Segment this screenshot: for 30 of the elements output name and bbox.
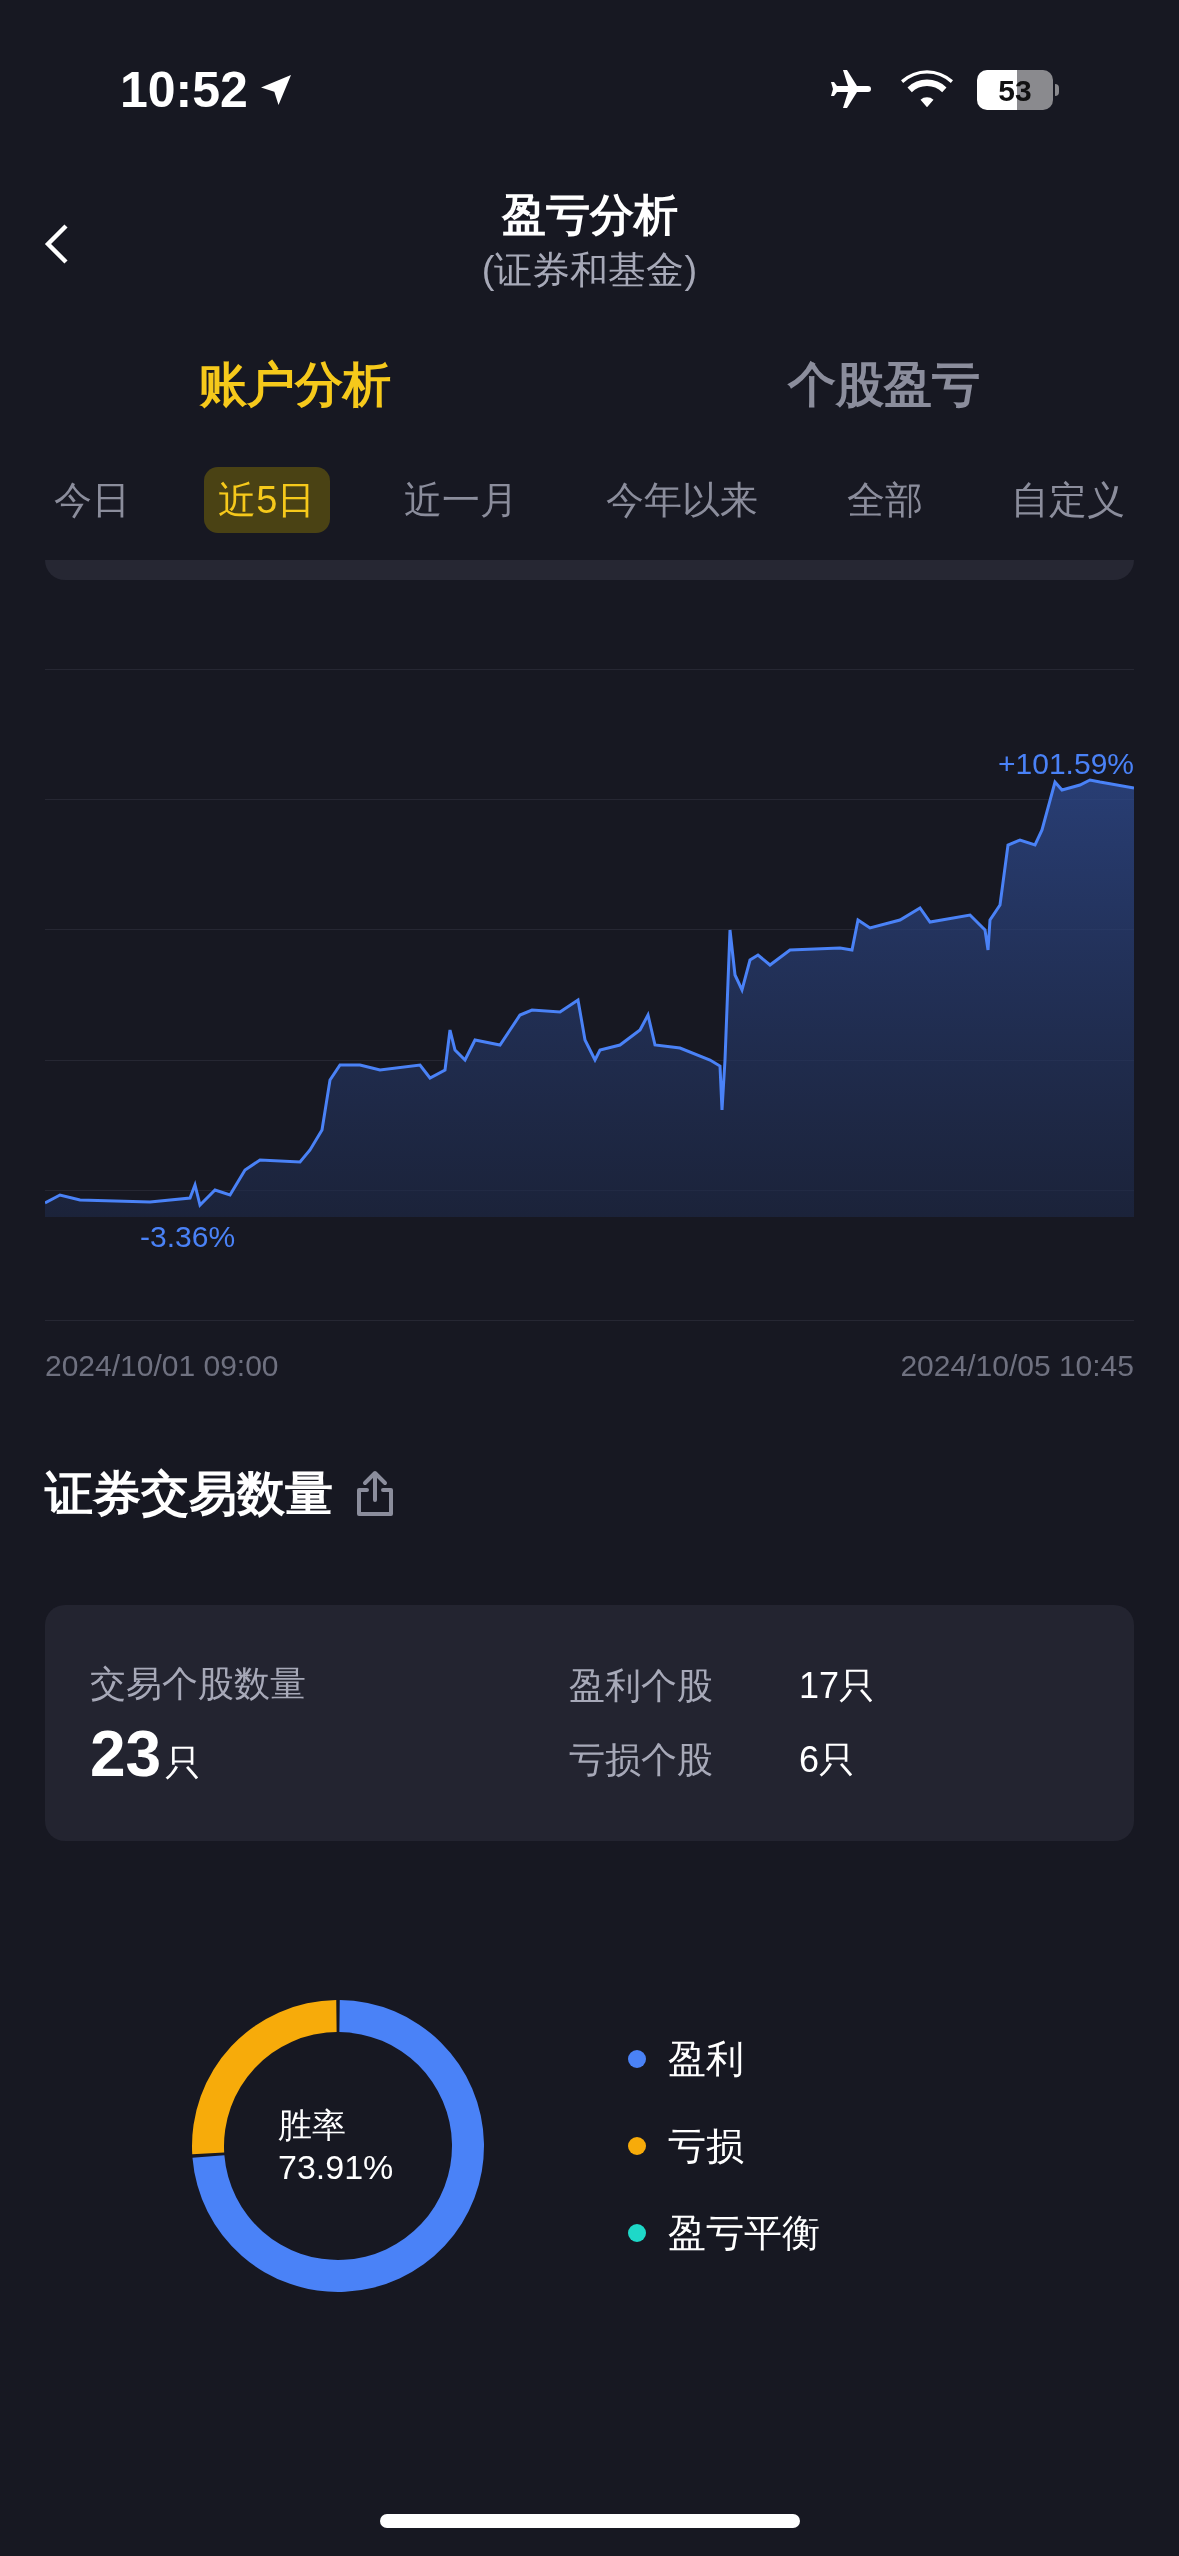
section-title: 证券交易数量 xyxy=(45,1466,333,1522)
stat-value: 23 xyxy=(90,1719,162,1789)
analysis-tab[interactable]: 账户分析 xyxy=(0,349,590,421)
battery-indicator: 53 xyxy=(977,70,1053,110)
start-date: 2024/10/01 09:00 xyxy=(45,1348,279,1384)
min-return-label: -3.36% xyxy=(140,1219,236,1255)
period-tab[interactable]: 全部 xyxy=(832,467,937,533)
period-tab[interactable]: 近一月 xyxy=(389,467,532,533)
legend-label: 盈利 xyxy=(668,2036,744,2082)
legend-label: 盈亏平衡 xyxy=(668,2210,820,2256)
win-rate-label: 胜率 xyxy=(278,2105,347,2146)
stat-unit: 只 xyxy=(165,1741,202,1785)
period-tab[interactable]: 今日 xyxy=(40,467,144,533)
status-time: 10:52 xyxy=(120,60,248,120)
period-tab[interactable]: 近5日 xyxy=(204,467,330,533)
stat-label: 盈利个股 xyxy=(569,1664,714,1708)
stat-value: 17只 xyxy=(799,1664,876,1708)
legend-label: 亏损 xyxy=(668,2123,744,2169)
period-tab[interactable]: 今年以来 xyxy=(592,467,773,533)
max-return-label: +101.59% xyxy=(998,746,1134,782)
page-title: 盈亏分析 xyxy=(501,189,678,241)
wifi-icon xyxy=(901,70,953,110)
win-rate-value: 73.91% xyxy=(278,2147,395,2188)
stat-label: 亏损个股 xyxy=(569,1738,714,1782)
end-date: 2024/10/05 10:45 xyxy=(900,1348,1134,1384)
stat-label: 交易个股数量 xyxy=(90,1662,307,1706)
analysis-tab[interactable]: 个股盈亏 xyxy=(589,349,1179,421)
page-subtitle: (证券和基金) xyxy=(481,248,698,293)
period-tab[interactable]: 自定义 xyxy=(996,467,1139,533)
stat-value: 6只 xyxy=(799,1738,856,1782)
